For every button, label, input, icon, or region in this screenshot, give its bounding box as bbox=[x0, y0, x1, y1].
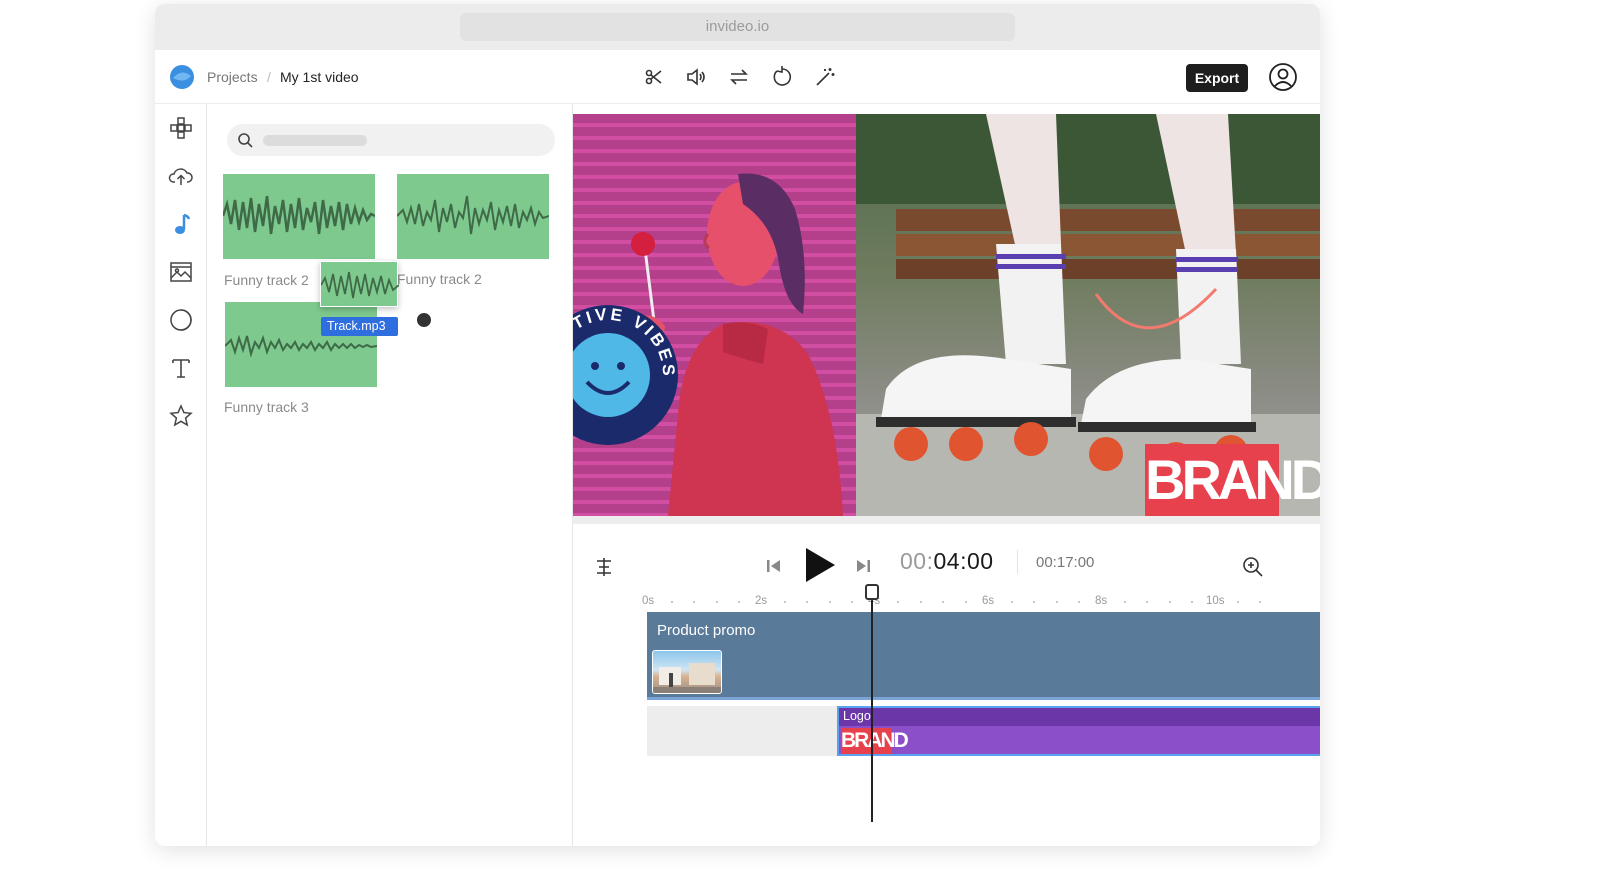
timeline-settings-icon[interactable] bbox=[593, 556, 615, 578]
url-bar[interactable]: invideo.io bbox=[460, 13, 1015, 41]
breadcrumb-separator: / bbox=[267, 69, 271, 85]
drag-label: Track.mp3 bbox=[321, 317, 398, 336]
browser-window: invideo.io Projects / My 1st video Expor… bbox=[155, 4, 1320, 846]
audio-library-panel: Funny track 2 Funny track 2 Funny track … bbox=[207, 104, 573, 846]
zoom-in-icon[interactable] bbox=[1242, 556, 1264, 578]
ruler-label: 6s bbox=[982, 595, 995, 607]
waveform-icon bbox=[223, 195, 375, 235]
star-icon[interactable] bbox=[167, 402, 195, 430]
time-divider bbox=[1017, 550, 1018, 574]
export-button[interactable]: Export bbox=[1186, 64, 1248, 92]
track-label: Logo bbox=[843, 709, 871, 723]
search-input[interactable] bbox=[227, 124, 555, 156]
invideo-logo-icon[interactable] bbox=[169, 64, 195, 90]
total-time: 00:17:00 bbox=[1036, 554, 1095, 571]
audio-track-label: Funny track 3 bbox=[224, 399, 309, 415]
clip-thumbnail[interactable] bbox=[652, 650, 722, 694]
current-time-main: 04:00 bbox=[933, 548, 994, 574]
cursor-icon bbox=[415, 311, 433, 329]
audio-track-tile[interactable] bbox=[397, 174, 549, 259]
swap-icon[interactable] bbox=[727, 65, 751, 89]
breadcrumb-projects[interactable]: Projects bbox=[207, 69, 258, 85]
timeline-ruler[interactable]: 0s 2s 4s 6s 8s 10s bbox=[633, 592, 1313, 612]
waveform-icon bbox=[397, 195, 549, 235]
skip-forward-icon[interactable] bbox=[854, 557, 872, 575]
ruler-label: 2s bbox=[755, 595, 768, 607]
current-time: 00:04:00 bbox=[900, 548, 994, 575]
ruler-label: 0s bbox=[642, 595, 655, 607]
upload-icon[interactable] bbox=[167, 162, 195, 190]
text-icon[interactable] bbox=[167, 354, 195, 382]
video-track-product-promo[interactable]: Product promo bbox=[647, 612, 1320, 700]
audio-track-tile[interactable] bbox=[225, 302, 377, 387]
templates-icon[interactable] bbox=[167, 114, 195, 142]
audio-track-label: Funny track 2 bbox=[397, 271, 482, 287]
app-header: Projects / My 1st video Export bbox=[155, 50, 1320, 104]
player-panel: 00:04:00 00:17:00 0s 2s 4s 6s 8s 10s Pro… bbox=[573, 516, 1320, 846]
magic-wand-icon[interactable] bbox=[813, 65, 837, 89]
volume-icon[interactable] bbox=[684, 65, 708, 89]
clip-thumbnail-image bbox=[653, 663, 721, 693]
current-time-prefix: 00: bbox=[900, 548, 934, 574]
dragged-audio-chip[interactable] bbox=[320, 261, 400, 307]
logo-track[interactable]: Logo BRAND bbox=[837, 706, 1320, 756]
logo-track-header bbox=[839, 708, 1320, 726]
search-icon bbox=[238, 133, 253, 148]
brand-logo-overlay[interactable]: BRAND bbox=[1145, 444, 1320, 516]
media-icon[interactable] bbox=[167, 258, 195, 286]
music-icon[interactable] bbox=[167, 210, 195, 238]
search-placeholder-bar bbox=[263, 135, 367, 146]
user-avatar-icon[interactable] bbox=[1268, 62, 1298, 92]
logo-clip-thumbnail[interactable]: BRAND bbox=[841, 728, 909, 754]
title-bar: invideo.io bbox=[155, 4, 1320, 50]
scissors-icon[interactable] bbox=[642, 65, 666, 89]
filters-icon[interactable] bbox=[167, 306, 195, 334]
ruler-label: 10s bbox=[1206, 595, 1225, 607]
audio-track-label: Funny track 2 bbox=[224, 272, 309, 288]
ruler-label: 8s bbox=[1095, 595, 1108, 607]
play-icon[interactable] bbox=[803, 546, 837, 584]
breadcrumb-current: My 1st video bbox=[280, 69, 359, 85]
track-label: Product promo bbox=[657, 622, 756, 639]
waveform-icon bbox=[225, 334, 377, 358]
playhead-handle[interactable] bbox=[865, 584, 879, 600]
skip-back-icon[interactable] bbox=[765, 557, 783, 575]
playhead-line[interactable] bbox=[871, 588, 873, 822]
video-preview[interactable]: POSITIVE VIBES bbox=[573, 114, 1320, 516]
preview-frame-left: POSITIVE VIBES bbox=[573, 114, 856, 516]
rotate-icon[interactable] bbox=[770, 65, 794, 89]
sidebar bbox=[155, 104, 207, 846]
audio-track-tile[interactable] bbox=[223, 174, 375, 259]
waveform-icon bbox=[320, 271, 400, 299]
positive-vibes-sticker-icon: POSITIVE VIBES bbox=[573, 305, 678, 445]
